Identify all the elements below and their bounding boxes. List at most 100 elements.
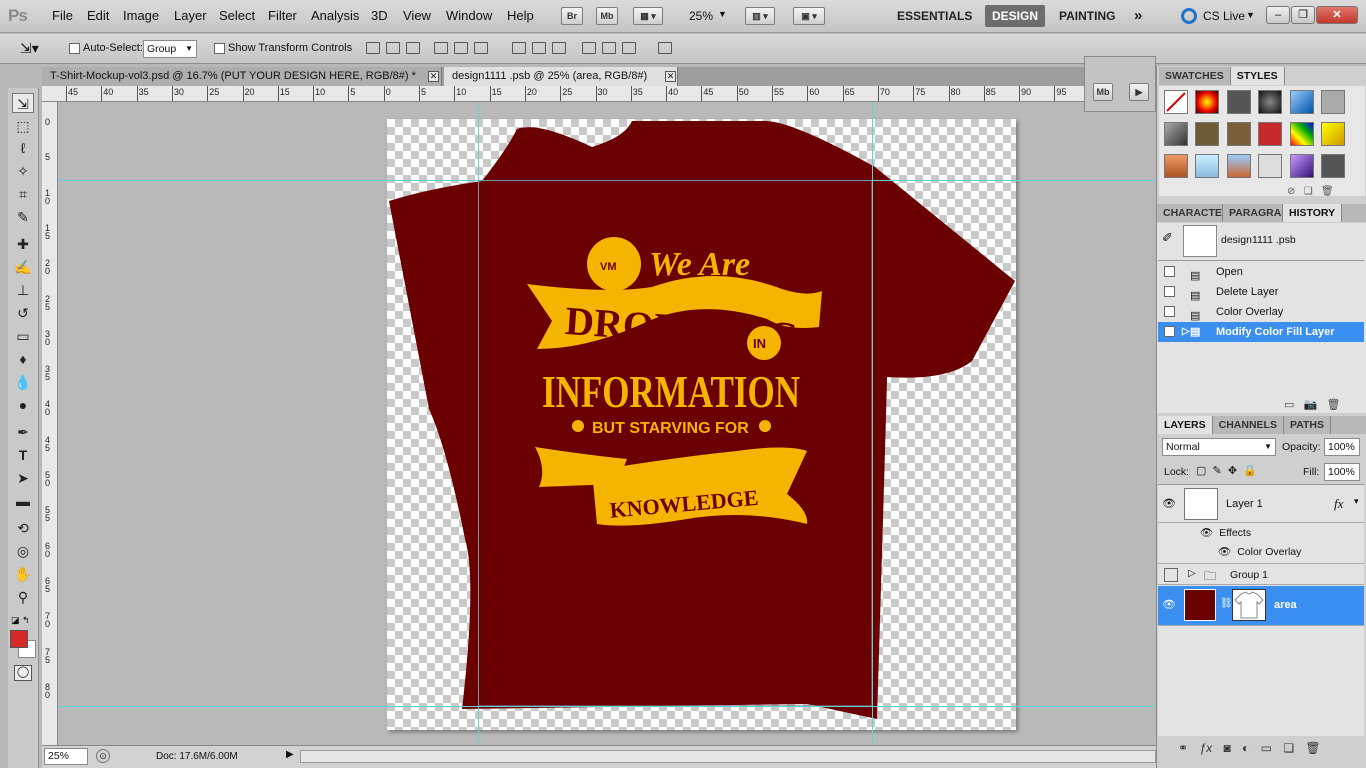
style-swatch[interactable] bbox=[1321, 154, 1345, 178]
paint-bucket-tool-icon[interactable]: ♦ bbox=[12, 349, 34, 369]
minibridge-panel-button[interactable]: Mb bbox=[1093, 83, 1113, 101]
tab-paragraph[interactable]: PARAGRAPH bbox=[1223, 204, 1283, 222]
history-state[interactable]: ▤ Open bbox=[1158, 262, 1364, 282]
menu-analysis[interactable]: Analysis bbox=[311, 8, 359, 23]
delete-state-icon[interactable]: 🗑 bbox=[1326, 399, 1340, 411]
blend-mode-dropdown[interactable]: Normal ▼ bbox=[1162, 438, 1276, 456]
fx-icon[interactable]: fx bbox=[1334, 496, 1343, 512]
menu-file[interactable]: File bbox=[52, 8, 73, 23]
tab-history[interactable]: HISTORY bbox=[1283, 204, 1343, 222]
layer-row-group1[interactable]: ▷ 🗀 Group 1 bbox=[1158, 563, 1364, 585]
3d-rotate-tool-icon[interactable]: ⟲ bbox=[12, 518, 34, 538]
clear-style-icon[interactable]: ⊘ bbox=[1287, 186, 1295, 197]
style-swatch[interactable] bbox=[1258, 154, 1282, 178]
mask-thumbnail[interactable] bbox=[1232, 589, 1266, 621]
new-document-icon[interactable]: ▭ bbox=[1284, 399, 1294, 411]
visibility-eye-icon[interactable]: 👁 bbox=[1200, 527, 1213, 539]
distribute-top-icon[interactable] bbox=[512, 42, 526, 54]
tab-swatches[interactable]: SWATCHES bbox=[1159, 67, 1231, 85]
pen-tool-icon[interactable]: ✒ bbox=[12, 422, 34, 442]
lasso-tool-icon[interactable]: ℓ bbox=[12, 138, 34, 158]
visibility-eye-icon[interactable]: 👁 bbox=[1162, 497, 1176, 511]
menu-help[interactable]: Help bbox=[507, 8, 534, 23]
history-brush-source[interactable] bbox=[1164, 326, 1175, 337]
clone-stamp-tool-icon[interactable]: ⊥ bbox=[12, 280, 34, 300]
style-swatch[interactable] bbox=[1258, 122, 1282, 146]
new-snapshot-icon[interactable]: 📷 bbox=[1304, 399, 1318, 411]
style-swatch[interactable] bbox=[1227, 122, 1251, 146]
chevron-down-icon[interactable]: ▼ bbox=[1246, 10, 1255, 20]
arrange-documents-button[interactable]: ▥ ▾ bbox=[745, 7, 775, 25]
auto-select-checkbox[interactable] bbox=[69, 43, 80, 54]
style-none[interactable] bbox=[1164, 90, 1188, 114]
close-tab-icon[interactable]: ✕ bbox=[428, 71, 439, 82]
status-menu-arrow-icon[interactable]: ▶ bbox=[286, 749, 294, 760]
menu-layer[interactable]: Layer bbox=[174, 8, 207, 23]
shape-tool-icon[interactable]: ▬ bbox=[12, 491, 34, 511]
distribute-left-icon[interactable] bbox=[582, 42, 596, 54]
history-brush-source[interactable] bbox=[1164, 266, 1175, 277]
quick-select-tool-icon[interactable]: ✧ bbox=[12, 161, 34, 181]
tab-tshirt-mockup[interactable]: T-Shirt-Mockup-vol3.psd @ 16.7% (PUT YOU… bbox=[42, 67, 442, 86]
add-mask-icon[interactable]: ◙ bbox=[1223, 741, 1230, 755]
tab-layers[interactable]: LAYERS bbox=[1158, 416, 1213, 434]
fill-field[interactable]: 100% bbox=[1324, 463, 1360, 481]
layer-name[interactable]: Group 1 bbox=[1230, 569, 1268, 581]
eyedropper-tool-icon[interactable]: ✎ bbox=[12, 207, 34, 227]
move-tool-icon[interactable]: ⇲ bbox=[12, 93, 34, 113]
align-top-icon[interactable] bbox=[366, 42, 380, 54]
layer-row-layer1[interactable]: 👁 Layer 1 fx ▾ bbox=[1158, 485, 1364, 523]
align-hcenter-icon[interactable] bbox=[454, 42, 468, 54]
new-style-icon[interactable]: ❏ bbox=[1304, 186, 1313, 197]
path-select-tool-icon[interactable]: ➤ bbox=[12, 468, 34, 488]
menu-3d[interactable]: 3D bbox=[371, 8, 388, 23]
lock-transparent-icon[interactable]: ▢ bbox=[1196, 465, 1206, 477]
visibility-toggle[interactable] bbox=[1164, 568, 1178, 582]
zoom-tool-icon[interactable]: ⚲ bbox=[12, 587, 34, 607]
expand-arrow-icon[interactable]: ▷ bbox=[1188, 568, 1196, 579]
distribute-bottom-icon[interactable] bbox=[552, 42, 566, 54]
delete-style-icon[interactable]: 🗑 bbox=[1321, 186, 1334, 197]
history-brush-source[interactable] bbox=[1164, 286, 1175, 297]
chevron-down-icon[interactable]: ▼ bbox=[718, 9, 727, 19]
link-icon[interactable]: ⛓ bbox=[1220, 598, 1233, 609]
view-extras-button[interactable]: ▦ ▾ bbox=[633, 7, 663, 25]
adjustment-layer-icon[interactable]: ◐ bbox=[1242, 741, 1249, 755]
history-state-current[interactable]: ▷ ▤ Modify Color Fill Layer bbox=[1158, 322, 1364, 342]
history-brush-source[interactable] bbox=[1164, 306, 1175, 317]
hand-tool-icon[interactable]: ✋ bbox=[12, 564, 34, 584]
distribute-vcenter-icon[interactable] bbox=[532, 42, 546, 54]
opacity-field[interactable]: 100% bbox=[1324, 438, 1360, 456]
style-swatch[interactable] bbox=[1195, 90, 1219, 114]
layer-name[interactable]: Layer 1 bbox=[1226, 498, 1263, 510]
style-swatch[interactable] bbox=[1227, 154, 1251, 178]
style-swatch[interactable] bbox=[1290, 122, 1314, 146]
tab-design1111[interactable]: design1111 .psb @ 25% (area, RGB/8#) ✕ bbox=[444, 67, 678, 86]
tab-paths[interactable]: PATHS bbox=[1283, 416, 1332, 434]
dodge-tool-icon[interactable]: ● bbox=[12, 395, 34, 415]
workspace-design[interactable]: DESIGN bbox=[985, 5, 1046, 27]
history-brush-tool-icon[interactable]: ↺ bbox=[12, 303, 34, 323]
minimize-button[interactable]: – bbox=[1266, 6, 1290, 24]
horizontal-scrollbar[interactable] bbox=[300, 750, 1156, 763]
eraser-tool-icon[interactable]: ▭ bbox=[12, 326, 34, 346]
menu-view[interactable]: View bbox=[403, 8, 431, 23]
style-swatch[interactable] bbox=[1195, 154, 1219, 178]
foreground-color-swatch[interactable] bbox=[10, 630, 28, 648]
snapshot-thumbnail[interactable] bbox=[1183, 225, 1217, 257]
menu-image[interactable]: Image bbox=[123, 8, 159, 23]
align-bottom-icon[interactable] bbox=[406, 42, 420, 54]
3d-orbit-tool-icon[interactable]: ◎ bbox=[12, 541, 34, 561]
tab-character[interactable]: CHARACTER bbox=[1157, 204, 1223, 222]
style-swatch[interactable] bbox=[1195, 122, 1219, 146]
menu-window[interactable]: Window bbox=[446, 8, 492, 23]
blur-tool-icon[interactable]: 💧 bbox=[12, 372, 34, 392]
distribute-right-icon[interactable] bbox=[622, 42, 636, 54]
auto-align-icon[interactable] bbox=[658, 42, 672, 54]
new-layer-icon[interactable]: ❏ bbox=[1283, 741, 1294, 755]
cs-live-button[interactable]: CS Live bbox=[1203, 9, 1245, 23]
marquee-tool-icon[interactable]: ⬚ bbox=[12, 116, 34, 136]
align-left-icon[interactable] bbox=[434, 42, 448, 54]
new-group-icon[interactable]: ▭ bbox=[1261, 741, 1272, 755]
distribute-hcenter-icon[interactable] bbox=[602, 42, 616, 54]
